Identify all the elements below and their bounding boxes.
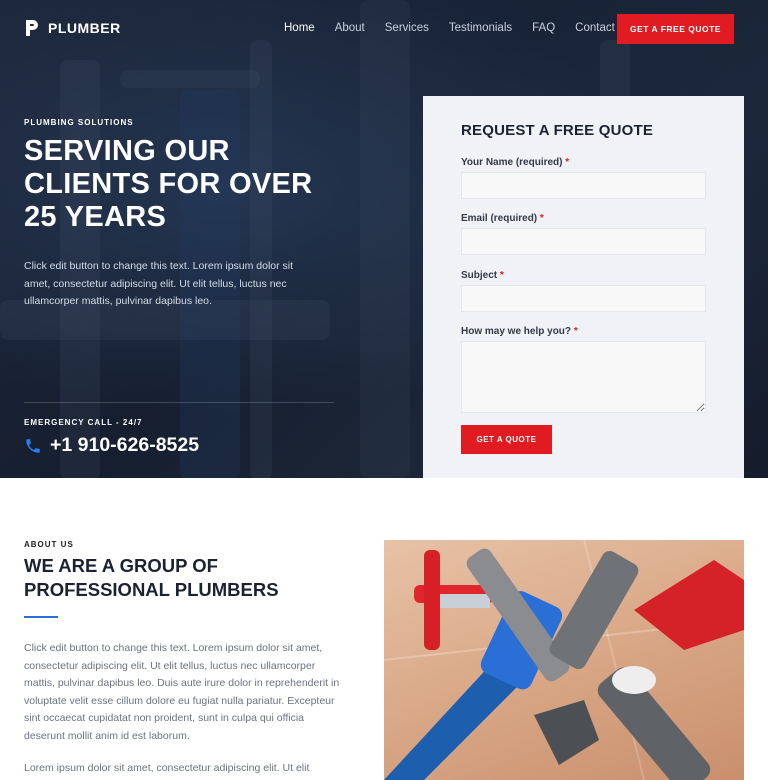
brand-name: PLUMBER [48,20,121,36]
field-label-text: Subject [461,270,498,281]
main-nav: Home About Services Testimonials FAQ Con… [284,22,635,34]
nav-testimonials[interactable]: Testimonials [449,22,512,34]
about-section: ABOUT US WE ARE A GROUP OF PROFESSIONAL … [0,478,768,780]
nav-faq[interactable]: FAQ [532,22,555,34]
about-paragraph: Click edit button to change this text. L… [24,642,340,742]
wrenches-illustration [384,540,744,780]
nav-services[interactable]: Services [385,22,429,34]
name-field[interactable] [461,172,706,199]
required-mark: * [573,326,578,337]
about-title-line: WE ARE A GROUP OF [24,555,218,576]
hero-text: PLUMBING SOLUTIONS SERVING OUR CLIENTS F… [24,118,344,311]
about-paragraph-2: Lorem ipsum dolor sit amet, consectetur … [24,762,310,774]
required-mark: * [539,213,544,224]
phone-link[interactable]: +1 910-626-8525 [24,434,199,457]
field-label-text: Email (required) [461,213,538,224]
about-title: WE ARE A GROUP OF PROFESSIONAL PLUMBERS [24,554,324,602]
plumber-logo-icon [26,20,38,36]
hero-title-line: CLIENTS FOR OVER [24,168,313,200]
nav-home[interactable]: Home [284,22,315,34]
brand-logo[interactable]: PLUMBER [24,18,121,38]
hero-title: SERVING OUR CLIENTS FOR OVER 25 YEARS [24,135,344,234]
required-mark: * [499,270,504,281]
get-a-quote-button[interactable]: GET A QUOTE [461,425,552,454]
nav-about[interactable]: About [335,22,365,34]
subject-field[interactable] [461,285,706,312]
phone-number: +1 910-626-8525 [50,434,200,456]
quote-form: REQUEST A FREE QUOTE Your Name (required… [423,96,744,478]
email-field[interactable] [461,228,706,255]
hero-description: Click edit button to change this text. L… [24,260,294,307]
about-eyebrow: ABOUT US [24,540,74,549]
get-free-quote-button[interactable]: GET A FREE QUOTE [617,14,734,44]
email-label: Email (required) * [461,213,544,224]
hero-title-line: 25 YEARS [24,201,167,233]
message-label: How may we help you? * [461,326,578,337]
hero-eyebrow: PLUMBING SOLUTIONS [24,118,134,127]
emergency-label: EMERGENCY CALL - 24/7 [24,418,143,427]
about-title-line: PROFESSIONAL PLUMBERS [24,579,279,600]
quote-form-title: REQUEST A FREE QUOTE [461,122,654,139]
message-field[interactable] [461,341,706,413]
navbar: PLUMBER Home About Services Testimonials… [0,0,768,58]
wrenches-image [384,540,744,780]
name-label: Your Name (required) * [461,157,569,168]
nav-contact[interactable]: Contact [575,22,615,34]
phone-icon [26,438,40,453]
about-accent-rule [24,616,58,618]
required-mark: * [565,157,570,168]
hero-divider [24,402,334,403]
subject-label: Subject * [461,270,504,281]
hero-title-line: SERVING OUR [24,135,230,167]
field-label-text: Your Name (required) [461,157,563,168]
hero-section: PLUMBER Home About Services Testimonials… [0,0,768,478]
field-label-text: How may we help you? [461,326,572,337]
